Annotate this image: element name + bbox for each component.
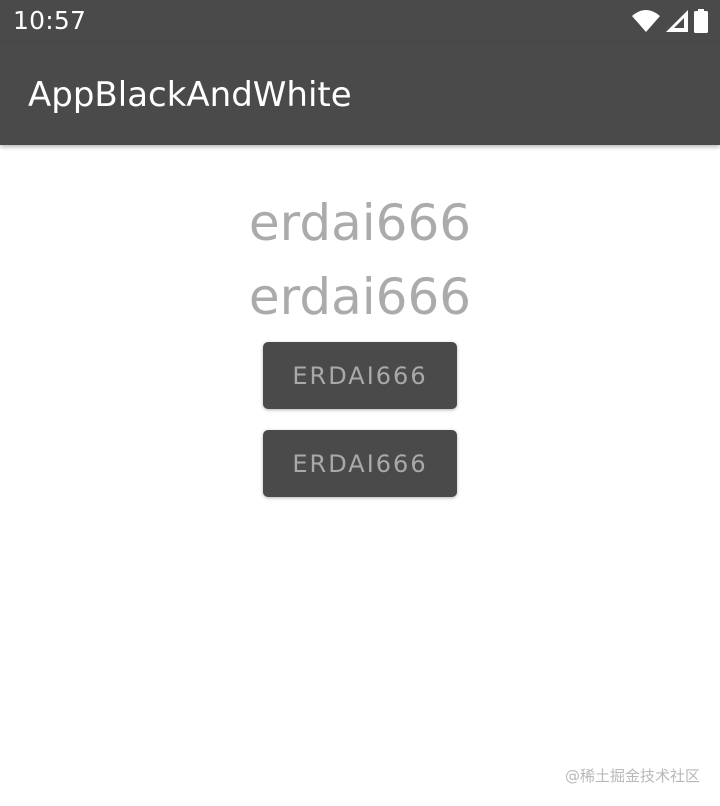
erdai-button-1[interactable]: ERDAI666 [263,342,457,409]
app-title: AppBlackAndWhite [28,75,352,115]
wifi-icon [632,10,660,32]
status-icons [632,8,708,34]
main-content: erdai666 erdai666 ERDAI666 ERDAI666 [0,145,720,806]
app-bar: AppBlackAndWhite [0,42,720,145]
battery-icon [694,9,708,33]
text-view-1: erdai666 [248,194,472,252]
cell-signal-icon [666,10,688,32]
text-view-2: erdai666 [248,268,472,326]
status-time: 10:57 [13,6,87,35]
erdai-button-2[interactable]: ERDAI666 [263,430,457,497]
watermark: @稀土掘金技术社区 [564,767,700,785]
status-bar: 10:57 [0,0,720,42]
